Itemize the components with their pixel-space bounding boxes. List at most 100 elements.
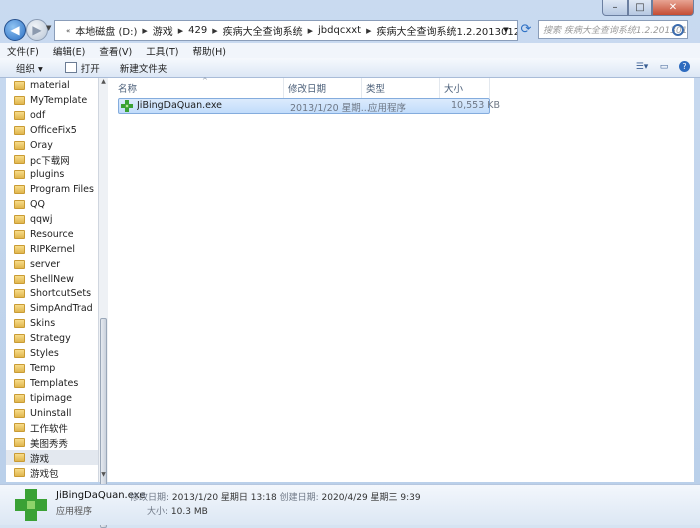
nav-tree-item[interactable]: odf	[6, 108, 98, 123]
nav-tree-item[interactable]: MyTemplate	[6, 93, 98, 108]
nav-tree-item[interactable]: Templates	[6, 376, 98, 391]
breadcrumb-jbdqcxxt[interactable]: jbdqcxxt	[316, 25, 363, 36]
nav-tree-item[interactable]: Styles	[6, 346, 98, 361]
nav-tree-item-label: RIPKernel	[30, 243, 75, 255]
created-value: 2020/4/29 星期三 9:39	[321, 493, 421, 503]
folder-icon	[14, 170, 25, 180]
search-placeholder: 搜索 疾病大全查询系统1.2.20130120	[543, 26, 688, 36]
folder-icon	[14, 289, 25, 299]
nav-tree-item[interactable]: OfficeFix5	[6, 123, 98, 138]
nav-tree-item[interactable]: 游戏包	[6, 465, 98, 480]
nav-tree-item-label: Temp	[30, 362, 56, 374]
nav-tree-item-label: material	[30, 79, 70, 91]
address-bar[interactable]: « 本地磁盘 (D:) ▶ 游戏 ▶ 429 ▶ 疾病大全查询系统 ▶ jbdq…	[54, 20, 518, 41]
back-button[interactable]: ◀	[4, 19, 26, 41]
nav-tree-item[interactable]: Oray	[6, 138, 98, 153]
menu-file[interactable]: 文件(F)	[0, 44, 46, 58]
folder-icon	[14, 319, 25, 329]
open-button-label: 打开	[80, 63, 100, 75]
application-exe-large-icon	[15, 489, 47, 521]
nav-tree-item-label: ShortcutSets	[30, 288, 92, 300]
file-name: JiBingDaQuan.exe	[137, 100, 222, 111]
nav-tree-item[interactable]: ShortcutSets	[6, 286, 98, 301]
chevron-right-icon[interactable]: ▶	[139, 27, 150, 35]
navigation-bar: ◀ ▶ ▼ « 本地磁盘 (D:) ▶ 游戏 ▶ 429 ▶ 疾病大全查询系统 …	[0, 18, 700, 42]
nav-tree-item-label: Oray	[30, 139, 53, 151]
nav-tree-item[interactable]: 工作软件	[6, 420, 98, 435]
column-header-size[interactable]: 大小	[440, 78, 490, 98]
modified-value: 2013/1/20 星期日 13:18	[171, 493, 277, 503]
details-dates: 修改日期: 2013/1/20 星期日 13:18 创建日期: 2020/4/2…	[130, 490, 421, 503]
file-row[interactable]: JiBingDaQuan.exe 2013/1/20 星期... 应用程序 10…	[118, 98, 500, 114]
preview-pane-icon[interactable]: ▭	[657, 60, 671, 73]
folder-icon	[14, 125, 25, 135]
chevron-right-icon[interactable]: ▶	[209, 27, 220, 35]
nav-tree-item[interactable]: qqwj	[6, 212, 98, 227]
view-mode-icon[interactable]: ☰▾	[635, 60, 649, 73]
scroll-down-icon[interactable]: ▼	[99, 471, 108, 480]
refresh-icon[interactable]: ⟳	[518, 22, 534, 38]
nav-tree-item[interactable]: server	[6, 257, 98, 272]
menu-view[interactable]: 查看(V)	[92, 44, 139, 58]
menu-edit[interactable]: 编辑(E)	[46, 44, 92, 58]
folder-icon	[14, 393, 25, 403]
nav-tree-item-label: Program Files	[30, 184, 94, 196]
nav-tree-item[interactable]: ShellNew	[6, 272, 98, 287]
size-label: 大小:	[147, 507, 169, 517]
new-folder-button[interactable]: 新建文件夹	[108, 61, 176, 75]
overflow-chevron-icon[interactable]: «	[63, 27, 73, 35]
column-header-date[interactable]: 修改日期	[284, 78, 362, 98]
help-icon[interactable]: ?	[679, 61, 690, 72]
address-dropdown-icon[interactable]: ▼	[497, 22, 515, 38]
nav-tree-item[interactable]: Uninstall	[6, 406, 98, 421]
breadcrumb-system[interactable]: 疾病大全查询系统	[221, 23, 305, 38]
folder-icon	[14, 453, 25, 463]
close-button[interactable]: ✕	[652, 0, 694, 16]
nav-tree-item[interactable]: Resource	[6, 227, 98, 242]
nav-tree-item[interactable]: 美图秀秀	[6, 435, 98, 450]
nav-tree-item[interactable]: Temp	[6, 361, 98, 376]
chevron-right-icon[interactable]: ▶	[175, 27, 186, 35]
maximize-button[interactable]: □	[628, 0, 652, 16]
organize-button[interactable]: 组织 ▾	[0, 61, 51, 75]
breadcrumb-drive[interactable]: 本地磁盘 (D:)	[73, 23, 139, 38]
size-value: 10.3 MB	[170, 507, 208, 517]
nav-tree-item[interactable]: SimpAndTrad	[6, 301, 98, 316]
nav-tree-item[interactable]: Strategy	[6, 331, 98, 346]
chevron-right-icon[interactable]: ▶	[363, 27, 374, 35]
open-icon	[64, 62, 77, 73]
folder-icon	[14, 110, 25, 120]
breadcrumb-games[interactable]: 游戏	[151, 23, 175, 38]
nav-tree-item-label: server	[30, 258, 61, 270]
nav-tree-item-label: 游戏	[30, 453, 50, 465]
menu-help[interactable]: 帮助(H)	[185, 44, 233, 58]
column-header-name[interactable]: 名称 ^	[114, 77, 284, 98]
nav-tree-item[interactable]: Program Files	[6, 182, 98, 197]
file-type: 应用程序	[368, 103, 407, 114]
nav-tree-item[interactable]: pc下载网	[6, 152, 98, 167]
folder-icon	[14, 438, 25, 448]
forward-button[interactable]: ▶	[26, 19, 48, 41]
nav-tree-item[interactable]: tipimage	[6, 391, 98, 406]
nav-tree-item[interactable]: plugins	[6, 167, 98, 182]
nav-tree-item[interactable]: Skins	[6, 316, 98, 331]
open-button[interactable]: 打开	[51, 61, 108, 75]
scroll-up-icon[interactable]: ▲	[99, 78, 108, 87]
search-icon[interactable]	[672, 24, 684, 36]
navigation-scrollbar[interactable]: ▲ ▼	[98, 78, 108, 528]
chevron-right-icon[interactable]: ▶	[305, 27, 316, 35]
details-file-type: 应用程序	[56, 507, 93, 517]
minimize-button[interactable]: –	[602, 0, 628, 16]
nav-tree-item-label: odf	[30, 109, 46, 121]
breadcrumb-429[interactable]: 429	[186, 25, 209, 36]
column-header-type[interactable]: 类型	[362, 78, 440, 98]
folder-icon	[14, 334, 25, 344]
nav-tree-item[interactable]: material	[6, 78, 98, 93]
folder-icon	[14, 185, 25, 195]
nav-tree-item[interactable]: RIPKernel	[6, 242, 98, 257]
search-input[interactable]: 搜索 疾病大全查询系统1.2.20130120	[538, 20, 688, 39]
nav-tree-item[interactable]: QQ	[6, 197, 98, 212]
nav-tree-item[interactable]: 游戏	[6, 450, 98, 466]
menu-tools[interactable]: 工具(T)	[139, 44, 185, 58]
recent-pages-dropdown-icon[interactable]: ▼	[46, 24, 51, 32]
